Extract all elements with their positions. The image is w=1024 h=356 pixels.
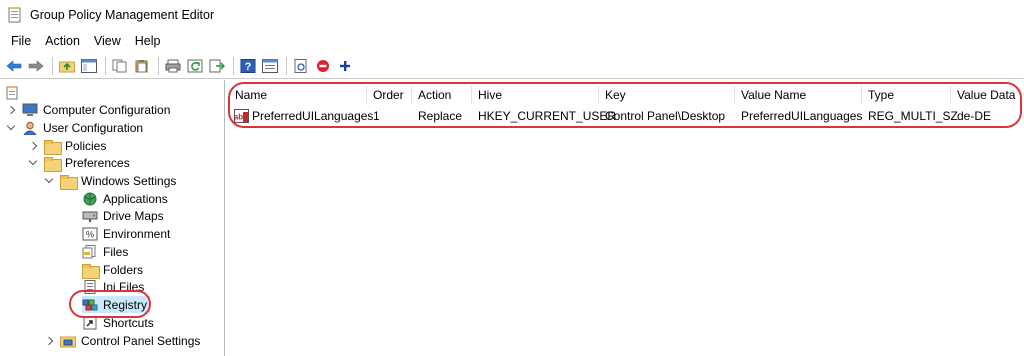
tree-item-label: Policies xyxy=(65,138,107,153)
show-hide-tree-icon[interactable] xyxy=(79,56,99,76)
menu-bar: File Action View Help xyxy=(0,31,168,51)
tree-item-label: Environment xyxy=(103,226,171,241)
refresh-icon[interactable] xyxy=(185,56,205,76)
svg-text:?: ? xyxy=(245,61,252,73)
menu-file[interactable]: File xyxy=(4,34,38,48)
toolbar-separator xyxy=(52,56,53,75)
copy-icon[interactable] xyxy=(110,56,130,76)
svg-text:%: % xyxy=(86,229,94,239)
row-highlight-outline xyxy=(228,82,1022,128)
menu-view[interactable]: View xyxy=(87,34,128,48)
tree-item-label: Control Panel Settings xyxy=(81,333,201,348)
collapse-chevron-icon[interactable] xyxy=(44,176,54,186)
tree-item-label: Files xyxy=(103,244,129,259)
print-icon[interactable] xyxy=(163,56,183,76)
app-window: Group Policy Management Editor File Acti… xyxy=(0,0,1024,356)
up-folder-icon[interactable] xyxy=(57,56,77,76)
gpme-app-icon xyxy=(8,7,22,23)
menu-help[interactable]: Help xyxy=(128,34,168,48)
navigation-tree: Computer Configuration User Configuratio… xyxy=(0,80,225,356)
expand-chevron-icon[interactable] xyxy=(28,141,38,151)
tree-item-computer-configuration[interactable]: Computer Configuration xyxy=(6,101,170,118)
registry-highlight-outline xyxy=(69,290,151,318)
help-icon[interactable]: ? xyxy=(238,56,258,76)
toolbar: ? xyxy=(0,53,1024,79)
toolbar-separator xyxy=(158,56,159,75)
files-icon xyxy=(82,244,98,259)
user-icon xyxy=(22,121,38,135)
details-list: Name Order Action Hive Key Value Name Ty… xyxy=(228,80,1024,356)
tree-item-label: Folders xyxy=(103,262,144,277)
collapse-chevron-icon[interactable] xyxy=(28,158,38,168)
xml-view-icon[interactable] xyxy=(291,56,311,76)
folder-icon xyxy=(44,156,62,172)
disable-icon[interactable] xyxy=(313,56,333,76)
tree-item-drive-maps[interactable]: Drive Maps xyxy=(82,207,164,224)
tree-item-environment[interactable]: % Environment xyxy=(82,225,170,242)
expand-chevron-icon[interactable] xyxy=(6,105,16,115)
tree-item-policies[interactable]: Policies xyxy=(28,137,107,155)
folder-icon xyxy=(44,139,62,155)
tree-item-label: Windows Settings xyxy=(81,173,177,188)
collapse-chevron-icon[interactable] xyxy=(6,123,16,133)
folder-icon xyxy=(60,174,78,190)
folder-icon xyxy=(82,263,100,279)
add-icon[interactable] xyxy=(335,56,355,76)
applications-icon xyxy=(82,192,98,206)
environment-icon: % xyxy=(82,227,98,241)
tree-item-files[interactable]: Files xyxy=(82,243,128,260)
tree-item-folders[interactable]: Folders xyxy=(82,261,144,279)
control-panel-folder-icon xyxy=(60,334,76,348)
paste-icon[interactable] xyxy=(132,56,152,76)
tree-item-control-panel-settings[interactable]: Control Panel Settings xyxy=(44,332,200,349)
tree-item-user-configuration[interactable]: User Configuration xyxy=(6,119,143,136)
tree-item-label: Preferences xyxy=(65,155,130,170)
export-list-icon[interactable] xyxy=(207,56,227,76)
properties-icon[interactable] xyxy=(260,56,280,76)
drive-icon xyxy=(82,209,98,223)
tree-item-label: Computer Configuration xyxy=(43,102,171,117)
computer-icon xyxy=(22,103,38,117)
tree-item-label: User Configuration xyxy=(43,120,144,135)
tree-item-windows-settings[interactable]: Windows Settings xyxy=(44,172,177,190)
toolbar-separator xyxy=(286,56,287,75)
forward-arrow-icon[interactable] xyxy=(26,56,46,76)
tree-item-label: Drive Maps xyxy=(103,208,164,223)
expand-chevron-icon[interactable] xyxy=(44,336,54,346)
window-title: Group Policy Management Editor xyxy=(30,8,215,22)
menu-action[interactable]: Action xyxy=(38,34,87,48)
tree-item-label: Applications xyxy=(103,191,168,206)
tree-item-preferences[interactable]: Preferences xyxy=(28,154,130,172)
back-arrow-icon[interactable] xyxy=(4,56,24,76)
tree-item-applications[interactable]: Applications xyxy=(82,190,168,207)
title-bar: Group Policy Management Editor xyxy=(0,0,1024,30)
toolbar-separator xyxy=(233,56,234,75)
toolbar-separator xyxy=(105,56,106,75)
